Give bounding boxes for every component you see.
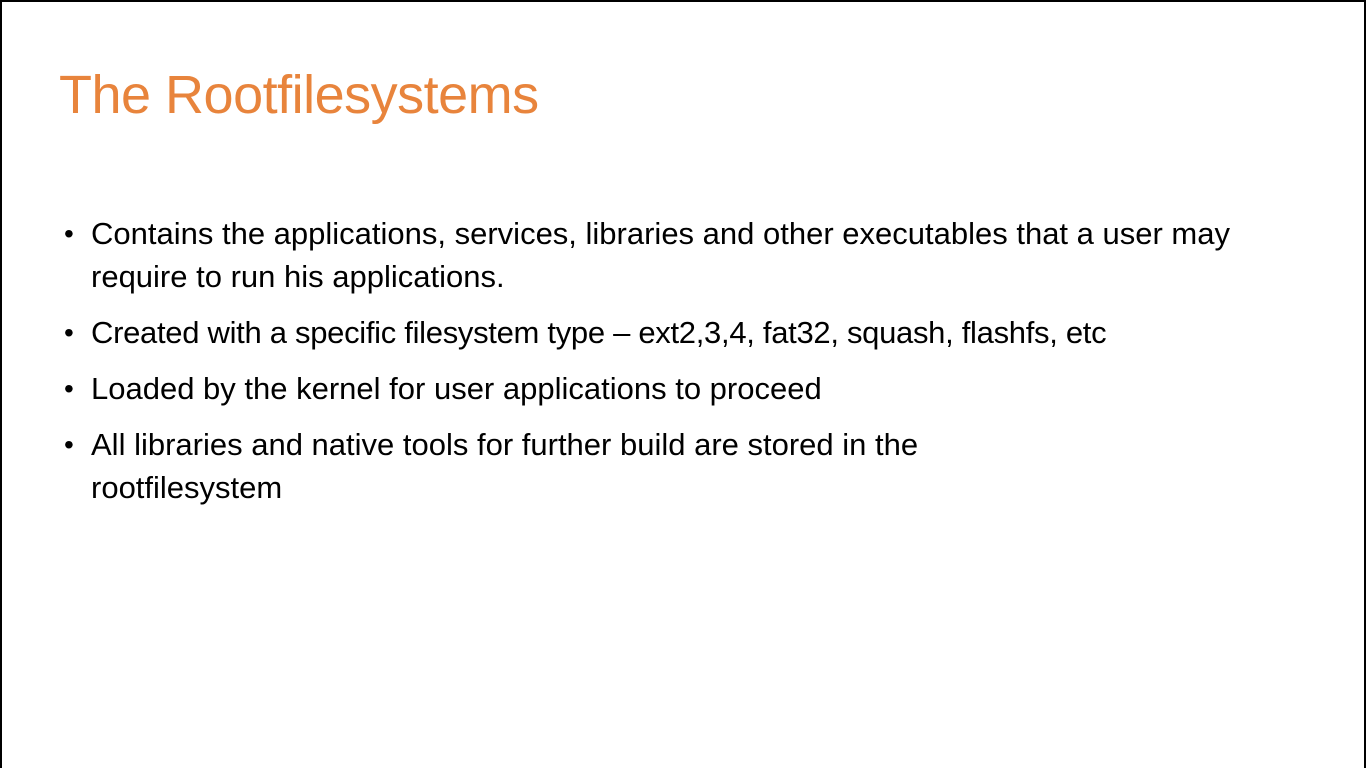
bullet-icon: • bbox=[64, 429, 74, 460]
bullet-text: Loaded by the kernel for user applicatio… bbox=[91, 371, 822, 406]
bullet-list: • Contains the applications, services, l… bbox=[62, 212, 1322, 522]
bullet-text: All libraries and native tools for furth… bbox=[91, 427, 919, 505]
bullet-item: • Contains the applications, services, l… bbox=[62, 212, 1322, 298]
slide-title: The Rootfilesystems bbox=[59, 65, 539, 125]
slide: The Rootfilesystems • Contains the appli… bbox=[0, 0, 1366, 768]
bullet-item: • All libraries and native tools for fur… bbox=[62, 423, 1322, 509]
bullet-icon: • bbox=[64, 218, 74, 249]
bullet-icon: • bbox=[64, 317, 74, 348]
bullet-text: Created with a specific filesystem type … bbox=[91, 315, 1107, 350]
bullet-text: Contains the applications, services, lib… bbox=[91, 216, 1230, 294]
bullet-item: • Created with a specific filesystem typ… bbox=[62, 311, 1322, 354]
bullet-item: • Loaded by the kernel for user applicat… bbox=[62, 367, 1322, 410]
bullet-icon: • bbox=[64, 373, 74, 404]
